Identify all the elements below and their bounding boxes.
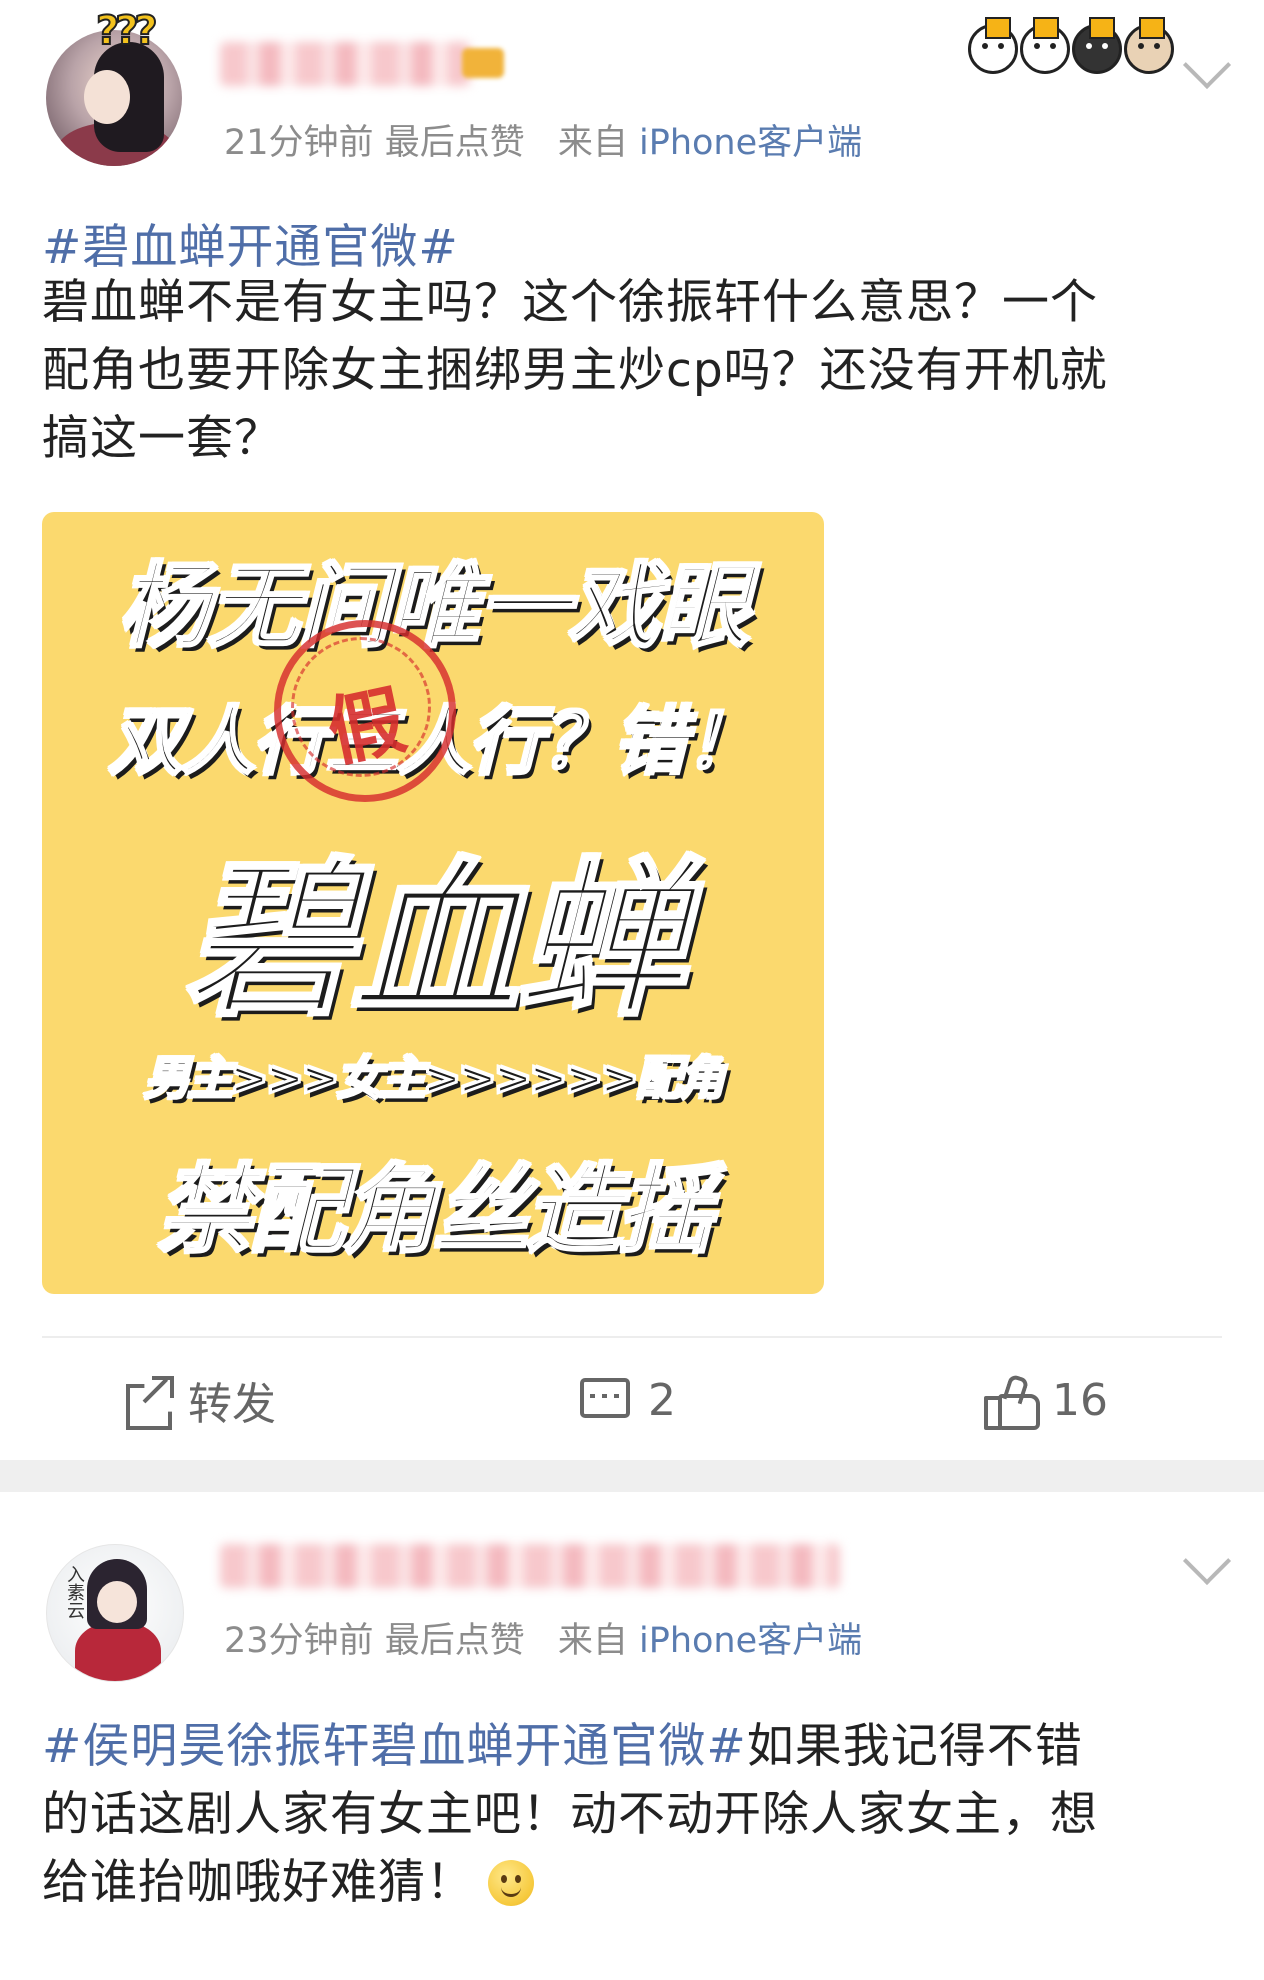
last-like-text: 最后点赞: [384, 1621, 525, 1661]
post-text-fragment: 给谁抬咖哦好难猜！: [42, 1855, 474, 1910]
action-divider: [42, 1336, 1222, 1338]
like-button[interactable]: 16: [984, 1370, 1108, 1430]
stamp-char: 假: [319, 674, 413, 778]
chevron-down-icon[interactable]: [1182, 40, 1232, 90]
vip-badge-icon: [462, 48, 504, 78]
post-separator: [0, 1460, 1264, 1492]
share-icon: [126, 1376, 174, 1430]
post-text-line: 给谁抬咖哦好难猜！: [42, 1854, 1098, 1911]
post-text-line: #侯明昊徐振轩碧血蝉开通官微#如果我记得不错: [42, 1718, 1098, 1775]
poster-line-5: 禁配角丝造摇: [156, 1153, 715, 1268]
source-label: 来自: [557, 1621, 628, 1661]
comment-icon: [580, 1378, 630, 1422]
post-text-line: 配角也要开除女主捆绑男主炒cp吗？还没有开机就: [42, 343, 1108, 398]
weibo-post-2: 入素云 23分钟前 最后点赞 来自 iPhone客户端 #侯明昊徐振轩碧血蝉开通…: [0, 1492, 1264, 1980]
poster-line-3: 碧血蝉: [182, 841, 687, 1042]
poster-line-4: 男主>>>女主>>>>>>配角: [143, 1050, 727, 1107]
hashtag-link[interactable]: #碧血蝉开通官微#: [42, 208, 459, 277]
post-meta: 21分钟前 最后点赞 来自 iPhone客户端: [224, 114, 862, 165]
weibo-post-1: ??? 21分钟前 最后点赞 来自 iPhone客户端 #碧血蝉开通官微# 碧血…: [0, 0, 1264, 1460]
poster-line-1: 杨无间唯一戏眼: [116, 552, 751, 662]
source-label: 来自: [557, 123, 628, 163]
post-text-line: 碧血蝉不是有女主吗？这个徐振轩什么意思？一个: [42, 275, 1098, 330]
comment-button[interactable]: 2: [580, 1370, 676, 1430]
post-text: #侯明昊徐振轩碧血蝉开通官微#如果我记得不错 的话这剧人家有女主吧！动不动开除人…: [42, 1718, 1098, 1911]
post-text: 碧血蝉不是有女主吗？这个徐振轩什么意思？一个 配角也要开除女主捆绑男主炒cp吗？…: [42, 274, 1108, 467]
post-text-line: 搞这一套？: [42, 411, 282, 466]
fake-stamp: 假: [274, 620, 456, 802]
client-name: iPhone客户端: [639, 1621, 863, 1661]
user-avatar[interactable]: 入素云: [46, 1544, 184, 1682]
repost-button[interactable]: 转发: [126, 1370, 276, 1430]
username-blurred[interactable]: [220, 1544, 840, 1588]
chevron-down-icon[interactable]: [1182, 1536, 1232, 1586]
thumbs-up-icon: [984, 1373, 1040, 1430]
username-blurred[interactable]: [220, 42, 470, 86]
question-marks-decoration: ???: [95, 7, 159, 55]
last-like-text: 最后点赞: [384, 123, 525, 163]
decorative-cat-stickers: [968, 17, 1174, 74]
post-time: 21分钟前: [224, 123, 374, 163]
post-text-fragment: 如果我记得不错: [746, 1719, 1083, 1774]
post-meta: 23分钟前 最后点赞 来自 iPhone客户端: [224, 1612, 862, 1663]
repost-label: 转发: [188, 1379, 276, 1430]
post-time: 23分钟前: [224, 1621, 374, 1661]
post-image[interactable]: 杨无间唯一戏眼 双人行三人行？错！ 假 碧血蝉 男主>>>女主>>>>>>配角 …: [42, 512, 824, 1294]
client-name: iPhone客户端: [639, 123, 863, 163]
hashtag-link[interactable]: #侯明昊徐振轩碧血蝉开通官微#: [42, 1719, 747, 1774]
like-count: 16: [1052, 1374, 1108, 1426]
comment-count: 2: [648, 1374, 676, 1426]
post-text-line: 的话这剧人家有女主吧！动不动开除人家女主，想: [42, 1787, 1098, 1842]
smile-emoji-icon: [488, 1860, 534, 1906]
